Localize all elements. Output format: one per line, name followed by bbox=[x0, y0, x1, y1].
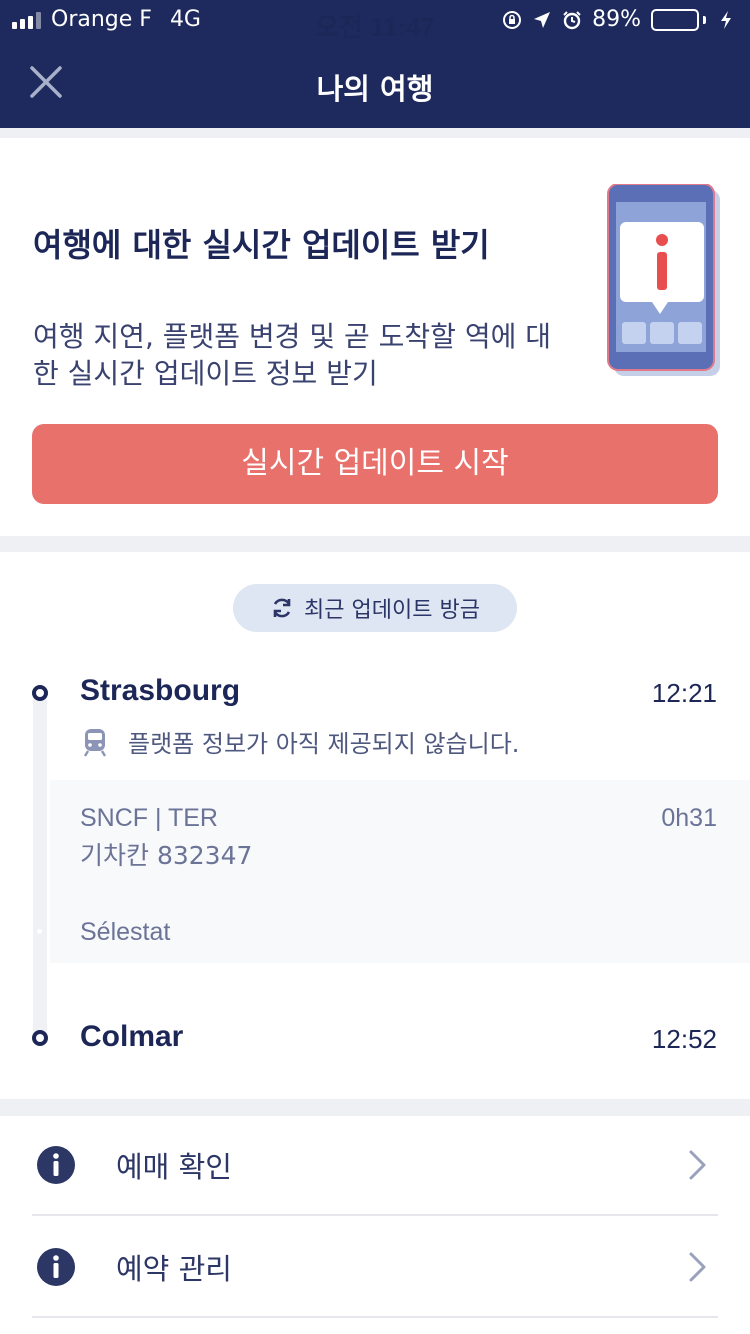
journey-leg: SNCF | TER 기차칸 832347 0h31 Sélestat bbox=[50, 780, 750, 963]
top-bar: Orange F 4G 오전 11:47 89% 나의 여행 bbox=[0, 0, 750, 128]
links-card: 예매 확인 예약 관리 bbox=[0, 1116, 750, 1334]
chevron-right-icon bbox=[689, 1150, 706, 1180]
platform-note: 플랫폼 정보가 아직 제공되지 않습니다. bbox=[128, 730, 520, 758]
arrival-time: 12:52 bbox=[651, 1024, 717, 1054]
platform-info: 플랫폼 정보가 아직 제공되지 않습니다. bbox=[80, 724, 519, 759]
charging-bolt-icon bbox=[716, 10, 736, 30]
page-title: 나의 여행 bbox=[316, 72, 434, 106]
info-icon bbox=[37, 1248, 75, 1286]
info-icon bbox=[37, 1146, 75, 1184]
departure-time: 12:21 bbox=[651, 678, 717, 708]
departure-dot bbox=[32, 685, 48, 701]
booking-confirmation-link[interactable]: 예매 확인 bbox=[32, 1116, 718, 1216]
journey-card: 최근 업데이트 방금 Strasbourg 12:21 플랫폼 정보가 아직 제… bbox=[0, 552, 750, 1099]
manage-booking-link[interactable]: 예약 관리 bbox=[32, 1218, 718, 1318]
app-header: 나의 여행 bbox=[0, 40, 750, 128]
status-right: 89% bbox=[502, 7, 736, 32]
battery-percent: 89% bbox=[592, 7, 641, 32]
last-updated-pill[interactable]: 최근 업데이트 방금 bbox=[233, 584, 517, 632]
booking-confirmation-label: 예매 확인 bbox=[116, 1150, 232, 1184]
updates-description: 여행 지연, 플랫폼 변경 및 곧 도착할 역에 대한 실시간 업데이트 정보 … bbox=[33, 320, 552, 390]
alarm-icon bbox=[562, 10, 582, 30]
location-arrow-icon bbox=[532, 10, 552, 30]
train-icon bbox=[83, 728, 107, 757]
status-bar: Orange F 4G 오전 11:47 89% bbox=[0, 0, 750, 42]
arrival-station: Colmar bbox=[80, 1020, 184, 1053]
phone-info-illustration bbox=[606, 183, 724, 380]
realtime-updates-card: 여행에 대한 실시간 업데이트 받기 여행 지연, 플랫폼 변경 및 곧 도착할… bbox=[0, 138, 750, 536]
chevron-right-icon bbox=[689, 1252, 706, 1282]
refresh-icon bbox=[273, 598, 291, 618]
leg-duration: 0h31 bbox=[661, 804, 717, 832]
operator-label: SNCF | TER bbox=[80, 804, 218, 832]
manage-booking-label: 예약 관리 bbox=[116, 1252, 232, 1286]
intermediate-stop: Sélestat bbox=[80, 918, 171, 946]
rotation-lock-icon bbox=[502, 10, 522, 30]
updates-title: 여행에 대한 실시간 업데이트 받기 bbox=[33, 226, 490, 264]
start-realtime-updates-button[interactable]: 실시간 업데이트 시작 bbox=[32, 424, 718, 504]
last-updated-label: 최근 업데이트 방금 bbox=[304, 598, 480, 623]
timeline-line bbox=[33, 690, 47, 1040]
departure-station: Strasbourg bbox=[80, 674, 241, 707]
carriage-number: 기차칸 832347 bbox=[80, 841, 253, 870]
intermediate-stop-dot bbox=[37, 929, 42, 934]
arrival-dot bbox=[32, 1030, 48, 1046]
battery-icon bbox=[651, 8, 706, 31]
